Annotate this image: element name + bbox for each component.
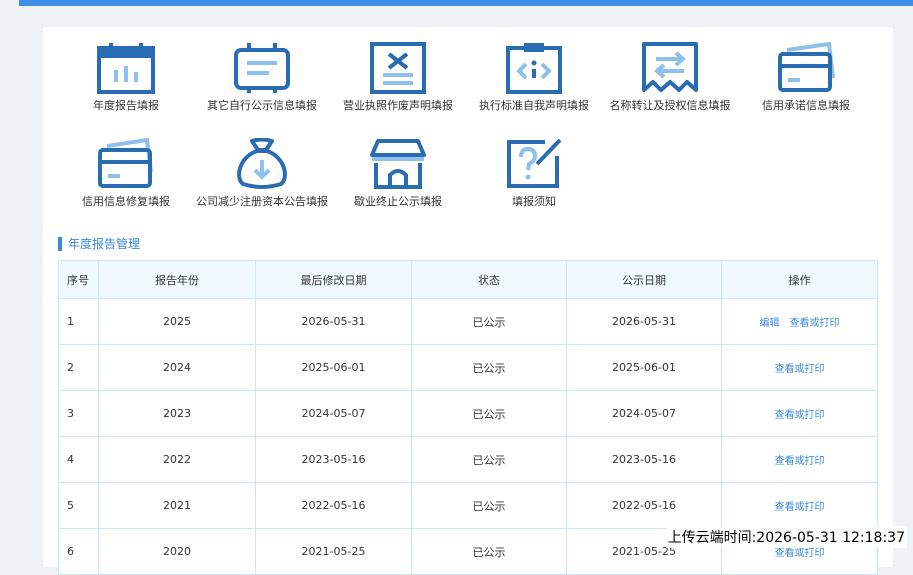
cell-published: 2022-05-16	[566, 482, 722, 529]
top-accent-bar	[19, 0, 913, 6]
tile-business-suspension[interactable]: 歇业终止公示填报	[328, 138, 468, 209]
cell-no: 4	[58, 436, 99, 483]
view-print-link[interactable]: 查看或打印	[775, 456, 825, 467]
cell-actions: 编辑 查看或打印	[721, 298, 878, 345]
money-bag-down-icon	[237, 138, 287, 189]
view-print-link[interactable]: 查看或打印	[775, 410, 825, 421]
cell-no: 5	[58, 482, 99, 529]
tile-other-disclosure[interactable]: 其它自行公示信息填报	[192, 42, 332, 113]
tile-label: 信用信息修复填报	[82, 195, 170, 208]
cell-year: 2024	[98, 344, 256, 391]
tile-capital-reduction[interactable]: 公司减少注册资本公告填报	[192, 138, 332, 209]
cell-year: 2025	[98, 298, 256, 345]
tile-label: 信用承诺信息填报	[762, 99, 850, 112]
tile-annual-report[interactable]: 年度报告填报	[56, 42, 196, 113]
header-status: 状态	[411, 260, 567, 299]
card-repair-icon	[98, 138, 153, 188]
header-actions: 操作	[721, 260, 878, 299]
cell-published: 2023-05-16	[566, 436, 722, 483]
tile-label: 填报须知	[512, 195, 556, 208]
tile-label: 名称转让及授权信息填报	[609, 99, 731, 112]
tile-label: 歇业终止公示填报	[354, 195, 442, 208]
cell-actions: 查看或打印	[721, 390, 878, 437]
tile-standard-declaration[interactable]: 执行标准自我声明填报	[464, 42, 604, 113]
cell-modified: 2022-05-16	[255, 482, 412, 529]
cell-actions: 查看或打印	[721, 436, 878, 483]
header-no: 序号	[58, 260, 99, 299]
header-published: 公示日期	[566, 260, 722, 299]
tile-license-void[interactable]: 营业执照作废声明填报	[328, 42, 468, 113]
view-print-link[interactable]: 查看或打印	[775, 548, 825, 559]
view-print-link[interactable]: 查看或打印	[790, 318, 840, 329]
table-row: 1 2025 2026-05-31 已公示 2026-05-31 编辑 查看或打印	[58, 298, 878, 345]
tile-filing-notice[interactable]: 填报须知	[464, 138, 604, 209]
cell-published: 2025-06-01	[566, 344, 722, 391]
board-lines-icon	[234, 43, 290, 93]
tile-credit-repair[interactable]: 信用信息修复填报	[56, 138, 196, 209]
calendar-chart-icon	[97, 43, 155, 94]
cell-status: 已公示	[411, 344, 567, 391]
cell-published: 2026-05-31	[566, 298, 722, 345]
header-year: 报告年份	[98, 260, 256, 299]
view-print-link[interactable]: 查看或打印	[775, 502, 825, 513]
clipboard-code-icon	[506, 43, 562, 94]
tile-name-transfer[interactable]: 名称转让及授权信息填报	[600, 42, 740, 113]
cell-no: 2	[58, 344, 99, 391]
tile-label: 执行标准自我声明填报	[479, 99, 589, 112]
transfer-arrows-icon	[642, 42, 698, 92]
storefront-icon	[370, 139, 426, 189]
table-row: 4 2022 2023-05-16 已公示 2023-05-16 查看或打印	[58, 436, 878, 483]
upload-timestamp: 上传云端时间:2026-05-31 12:18:37	[665, 526, 907, 548]
cell-modified: 2023-05-16	[255, 436, 412, 483]
section-title-bar	[58, 237, 62, 251]
cell-status: 已公示	[411, 390, 567, 437]
table-header-row: 序号 报告年份 最后修改日期 状态 公示日期 操作	[58, 260, 878, 299]
cell-published: 2024-05-07	[566, 390, 722, 437]
section-title-text: 年度报告管理	[68, 237, 141, 251]
tile-label: 年度报告填报	[93, 99, 159, 112]
tile-label: 营业执照作废声明填报	[343, 99, 453, 112]
view-print-link[interactable]: 查看或打印	[775, 364, 825, 375]
cell-year: 2021	[98, 482, 256, 529]
cell-year: 2023	[98, 390, 256, 437]
tile-label: 其它自行公示信息填报	[207, 99, 317, 112]
section-title: 年度报告管理	[58, 236, 140, 252]
cell-modified: 2024-05-07	[255, 390, 412, 437]
cell-status: 已公示	[411, 298, 567, 345]
tile-credit-commitment[interactable]: 信用承诺信息填报	[736, 42, 876, 113]
cell-actions: 查看或打印	[721, 482, 878, 529]
tile-label: 公司减少注册资本公告填报	[196, 195, 328, 208]
cell-status: 已公示	[411, 482, 567, 529]
cancel-document-icon	[370, 42, 426, 94]
cell-actions: 查看或打印	[721, 344, 878, 391]
cell-modified: 2026-05-31	[255, 298, 412, 345]
credit-card-icon	[778, 42, 835, 92]
table-row: 2 2024 2025-06-01 已公示 2025-06-01 查看或打印	[58, 344, 878, 391]
cell-no: 3	[58, 390, 99, 437]
table-row: 5 2021 2022-05-16 已公示 2022-05-16 查看或打印	[58, 482, 878, 529]
cell-no: 1	[58, 298, 99, 345]
header-modified: 最后修改日期	[255, 260, 412, 299]
edit-link[interactable]: 编辑	[760, 318, 780, 329]
cell-status: 已公示	[411, 436, 567, 483]
table-row: 3 2023 2024-05-07 已公示 2024-05-07 查看或打印	[58, 390, 878, 437]
question-edit-icon	[507, 138, 562, 188]
cell-modified: 2025-06-01	[255, 344, 412, 391]
cell-year: 2022	[98, 436, 256, 483]
